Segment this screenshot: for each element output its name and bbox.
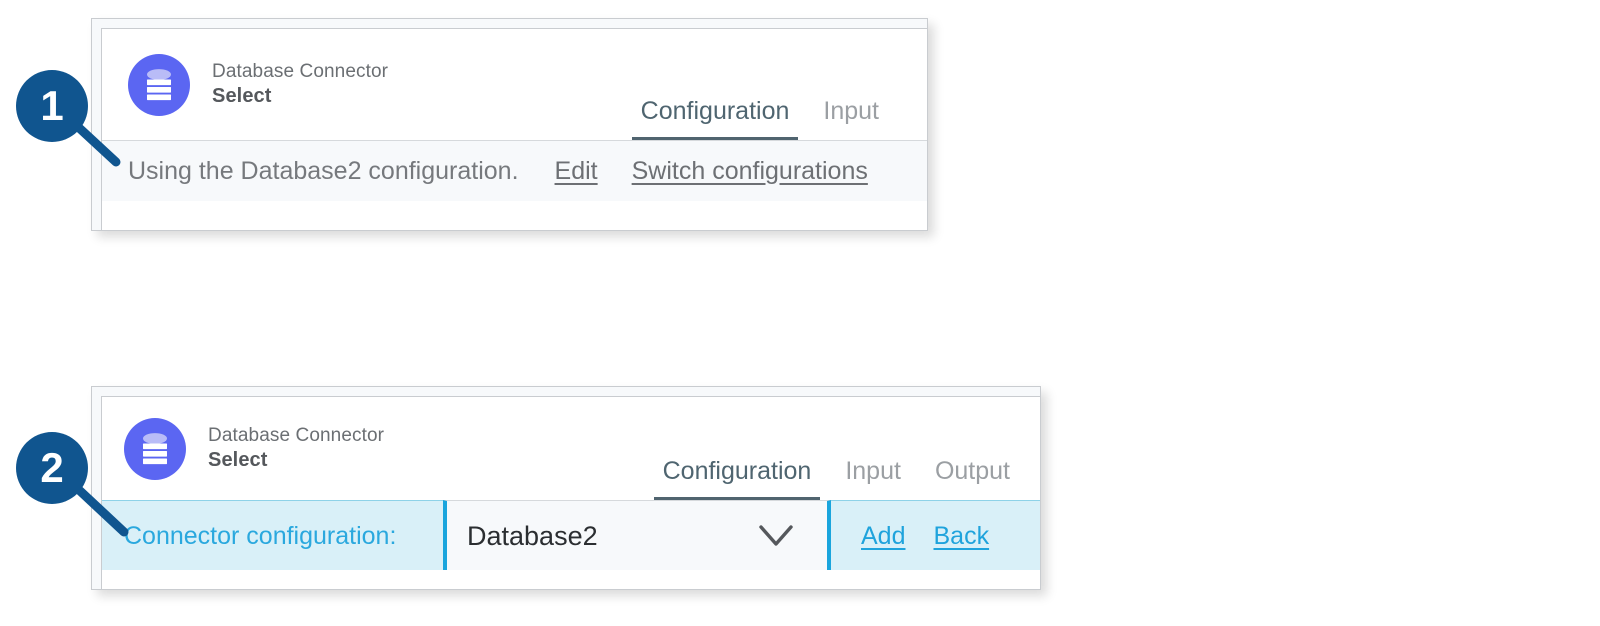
node-name-label: Select [212,84,388,109]
configuration-status-text: Using the Database2 configuration. [128,157,519,186]
panel-1-node-titles: Database Connector Select [212,60,388,109]
panel-2-container: Database Connector Select Configuration … [91,386,1041,590]
panel-2-header: Database Connector Select Configuration … [102,397,1040,500]
panel-1-card: Database Connector Select Configuration … [101,28,927,230]
callout-1: 1 [8,56,138,176]
panel-2-body-area [102,570,1040,589]
connector-configuration-label-cell: Connector configuration: [102,500,443,572]
add-link[interactable]: Add [861,522,905,551]
node-name-label: Select [208,448,384,473]
back-link[interactable]: Back [933,522,989,551]
chevron-down-icon [759,525,793,547]
connector-configuration-actions-cell: Add Back [831,500,1040,572]
panel-2-tabs: Configuration Input Output [663,397,1010,500]
panel-2-node-titles: Database Connector Select [208,424,384,473]
node-kind-label: Database Connector [212,60,388,84]
connector-configuration-label: Connector configuration: [124,522,396,551]
callout-2-badge: 2 [16,432,88,504]
node-kind-label: Database Connector [208,424,384,448]
panel-1-tabs: Configuration Input [641,29,879,140]
callout-2: 2 [8,418,148,548]
tab-configuration[interactable]: Configuration [663,457,812,500]
edit-link[interactable]: Edit [555,157,598,186]
panel-1-status-strip: Using the Database2 configuration. Edit … [102,140,927,202]
connector-configuration-row: Connector configuration: Database2 Add B… [102,500,1040,572]
panel-2-card: Database Connector Select Configuration … [101,396,1040,589]
switch-configurations-link[interactable]: Switch configurations [632,157,868,186]
tab-input[interactable]: Input [823,97,879,140]
tab-output[interactable]: Output [935,457,1010,500]
connector-configuration-select[interactable]: Database2 [443,500,831,572]
connector-configuration-value: Database2 [467,521,598,552]
panel-1-container: Database Connector Select Configuration … [91,18,928,231]
tab-configuration[interactable]: Configuration [641,97,790,140]
panel-1-header: Database Connector Select Configuration … [102,29,927,140]
tab-input[interactable]: Input [845,457,901,500]
panel-1-body-area [102,201,927,230]
callout-1-badge: 1 [16,70,88,142]
